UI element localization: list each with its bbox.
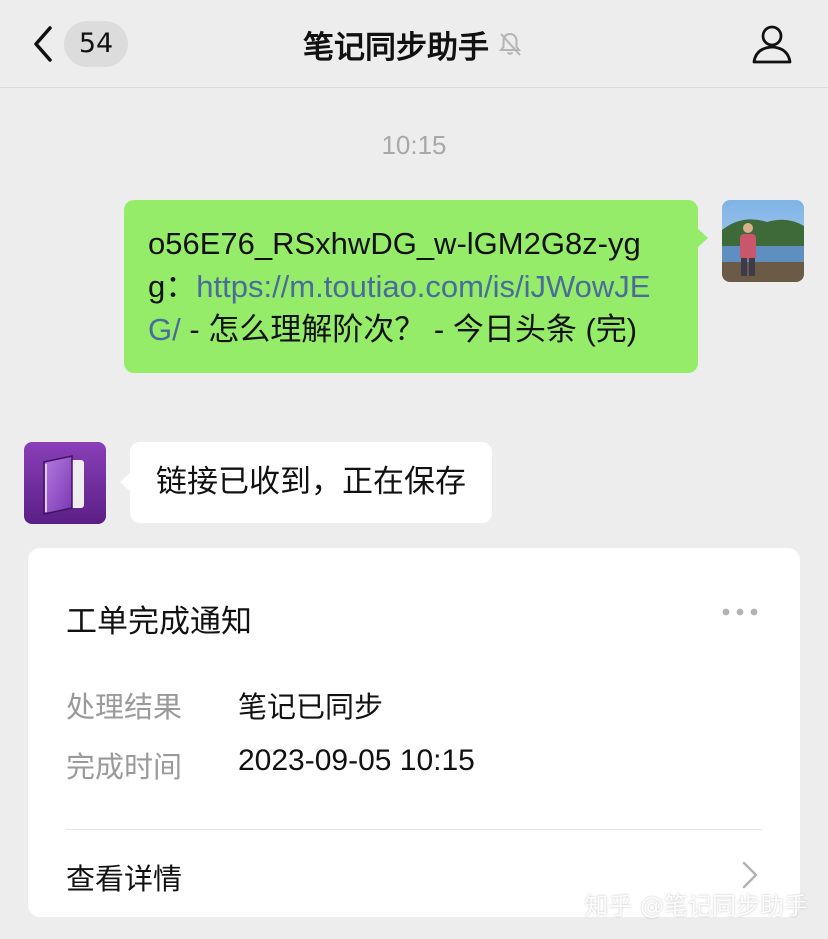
chat-screen: 54 笔记同步助手 10:15 o56E76_RSxhwDG_w-lGM2G8z… — [0, 0, 828, 939]
more-options-button[interactable] — [720, 602, 760, 622]
avatar-photo — [722, 200, 804, 282]
watermark: 知乎 @笔记同步助手 — [584, 892, 808, 920]
message-timestamp: 10:15 — [381, 130, 447, 160]
received-message-bubble[interactable]: 链接已收到，正在保存 — [120, 442, 492, 523]
bell-muted-icon — [498, 32, 522, 56]
time-value: 2023-09-05 10:15 — [238, 744, 475, 777]
notebook-icon — [24, 442, 106, 524]
title-group: 笔记同步助手 — [0, 22, 828, 66]
card-title: 工单完成通知 — [66, 604, 252, 640]
bot-avatar[interactable] — [24, 442, 106, 524]
person-icon — [752, 25, 792, 64]
navigation-bar: 54 笔记同步助手 — [0, 0, 828, 88]
view-details-label: 查看详情 — [66, 862, 183, 896]
result-value: 笔记已同步 — [238, 690, 384, 724]
result-label: 处理结果 — [66, 690, 183, 724]
sent-message-suffix: - 怎么理解阶次？ - 今日头条 (完) — [180, 312, 638, 347]
chat-title: 笔记同步助手 — [303, 29, 489, 66]
sent-message-bubble[interactable]: o56E76_RSxhwDG_w-lGM2G8z-ygg：https://m.t… — [124, 200, 708, 373]
notification-card: 工单完成通知 处理结果 笔记已同步 完成时间 2023-09-05 10:15 … — [28, 548, 800, 917]
more-dots-icon — [722, 608, 758, 616]
my-avatar[interactable] — [722, 200, 804, 282]
time-label: 完成时间 — [66, 750, 183, 784]
profile-button[interactable] — [750, 22, 794, 66]
